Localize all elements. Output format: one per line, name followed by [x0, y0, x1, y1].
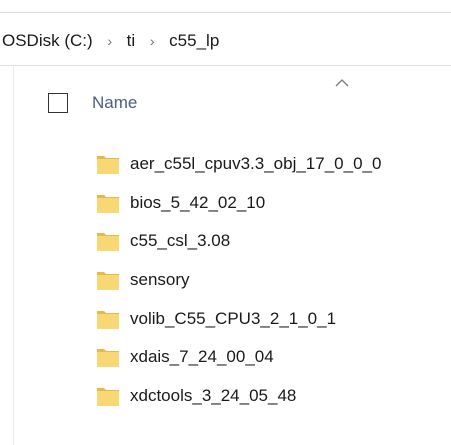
column-header-row: Name	[48, 90, 137, 116]
navigation-pane-edge	[13, 66, 14, 445]
folder-name: c55_csl_3.08	[130, 231, 231, 251]
select-all-checkbox[interactable]	[48, 93, 68, 113]
folder-name: xdais_7_24_00_04	[130, 347, 274, 367]
breadcrumb-item-osdisk[interactable]: OSDisk (C:)	[0, 31, 95, 51]
folder-icon	[97, 310, 119, 329]
folder-icon	[97, 349, 119, 368]
window-top-border	[0, 12, 451, 13]
list-item[interactable]: xdctools_3_24_05_48	[96, 377, 381, 416]
column-header-name[interactable]: Name	[92, 93, 137, 113]
folder-name: aer_c55l_cpuv3.3_obj_17_0_0_0	[130, 154, 382, 174]
file-list: aer_c55l_cpuv3.3_obj_17_0_0_0 bios_5_42_…	[96, 145, 381, 415]
folder-name: bios_5_42_02_10	[130, 192, 266, 212]
folder-icon	[97, 156, 119, 175]
folder-name: sensory	[130, 270, 190, 290]
chevron-right-icon[interactable]: ›	[95, 33, 125, 49]
list-item[interactable]: bios_5_42_02_10	[96, 184, 381, 223]
list-item[interactable]: aer_c55l_cpuv3.3_obj_17_0_0_0	[96, 145, 381, 184]
folder-icon	[97, 194, 119, 213]
list-item[interactable]: sensory	[96, 261, 381, 300]
list-item[interactable]: c55_csl_3.08	[96, 222, 381, 261]
sort-up-icon[interactable]	[335, 78, 349, 88]
folder-name: xdctools_3_24_05_48	[130, 385, 297, 405]
folder-icon	[97, 233, 119, 252]
breadcrumb-item-ti[interactable]: ti	[125, 31, 138, 51]
folder-icon	[97, 272, 119, 291]
breadcrumb-item-c55-lp[interactable]: c55_lp	[167, 31, 221, 51]
chevron-right-icon[interactable]: ›	[137, 33, 167, 49]
list-item[interactable]: volib_C55_CPU3_2_1_0_1	[96, 299, 381, 338]
list-item[interactable]: xdais_7_24_00_04	[96, 338, 381, 377]
folder-name: volib_C55_CPU3_2_1_0_1	[130, 308, 337, 328]
folder-icon	[97, 387, 119, 406]
breadcrumb[interactable]: OSDisk (C:) › ti › c55_lp	[0, 28, 221, 54]
address-bar-divider	[0, 65, 451, 66]
